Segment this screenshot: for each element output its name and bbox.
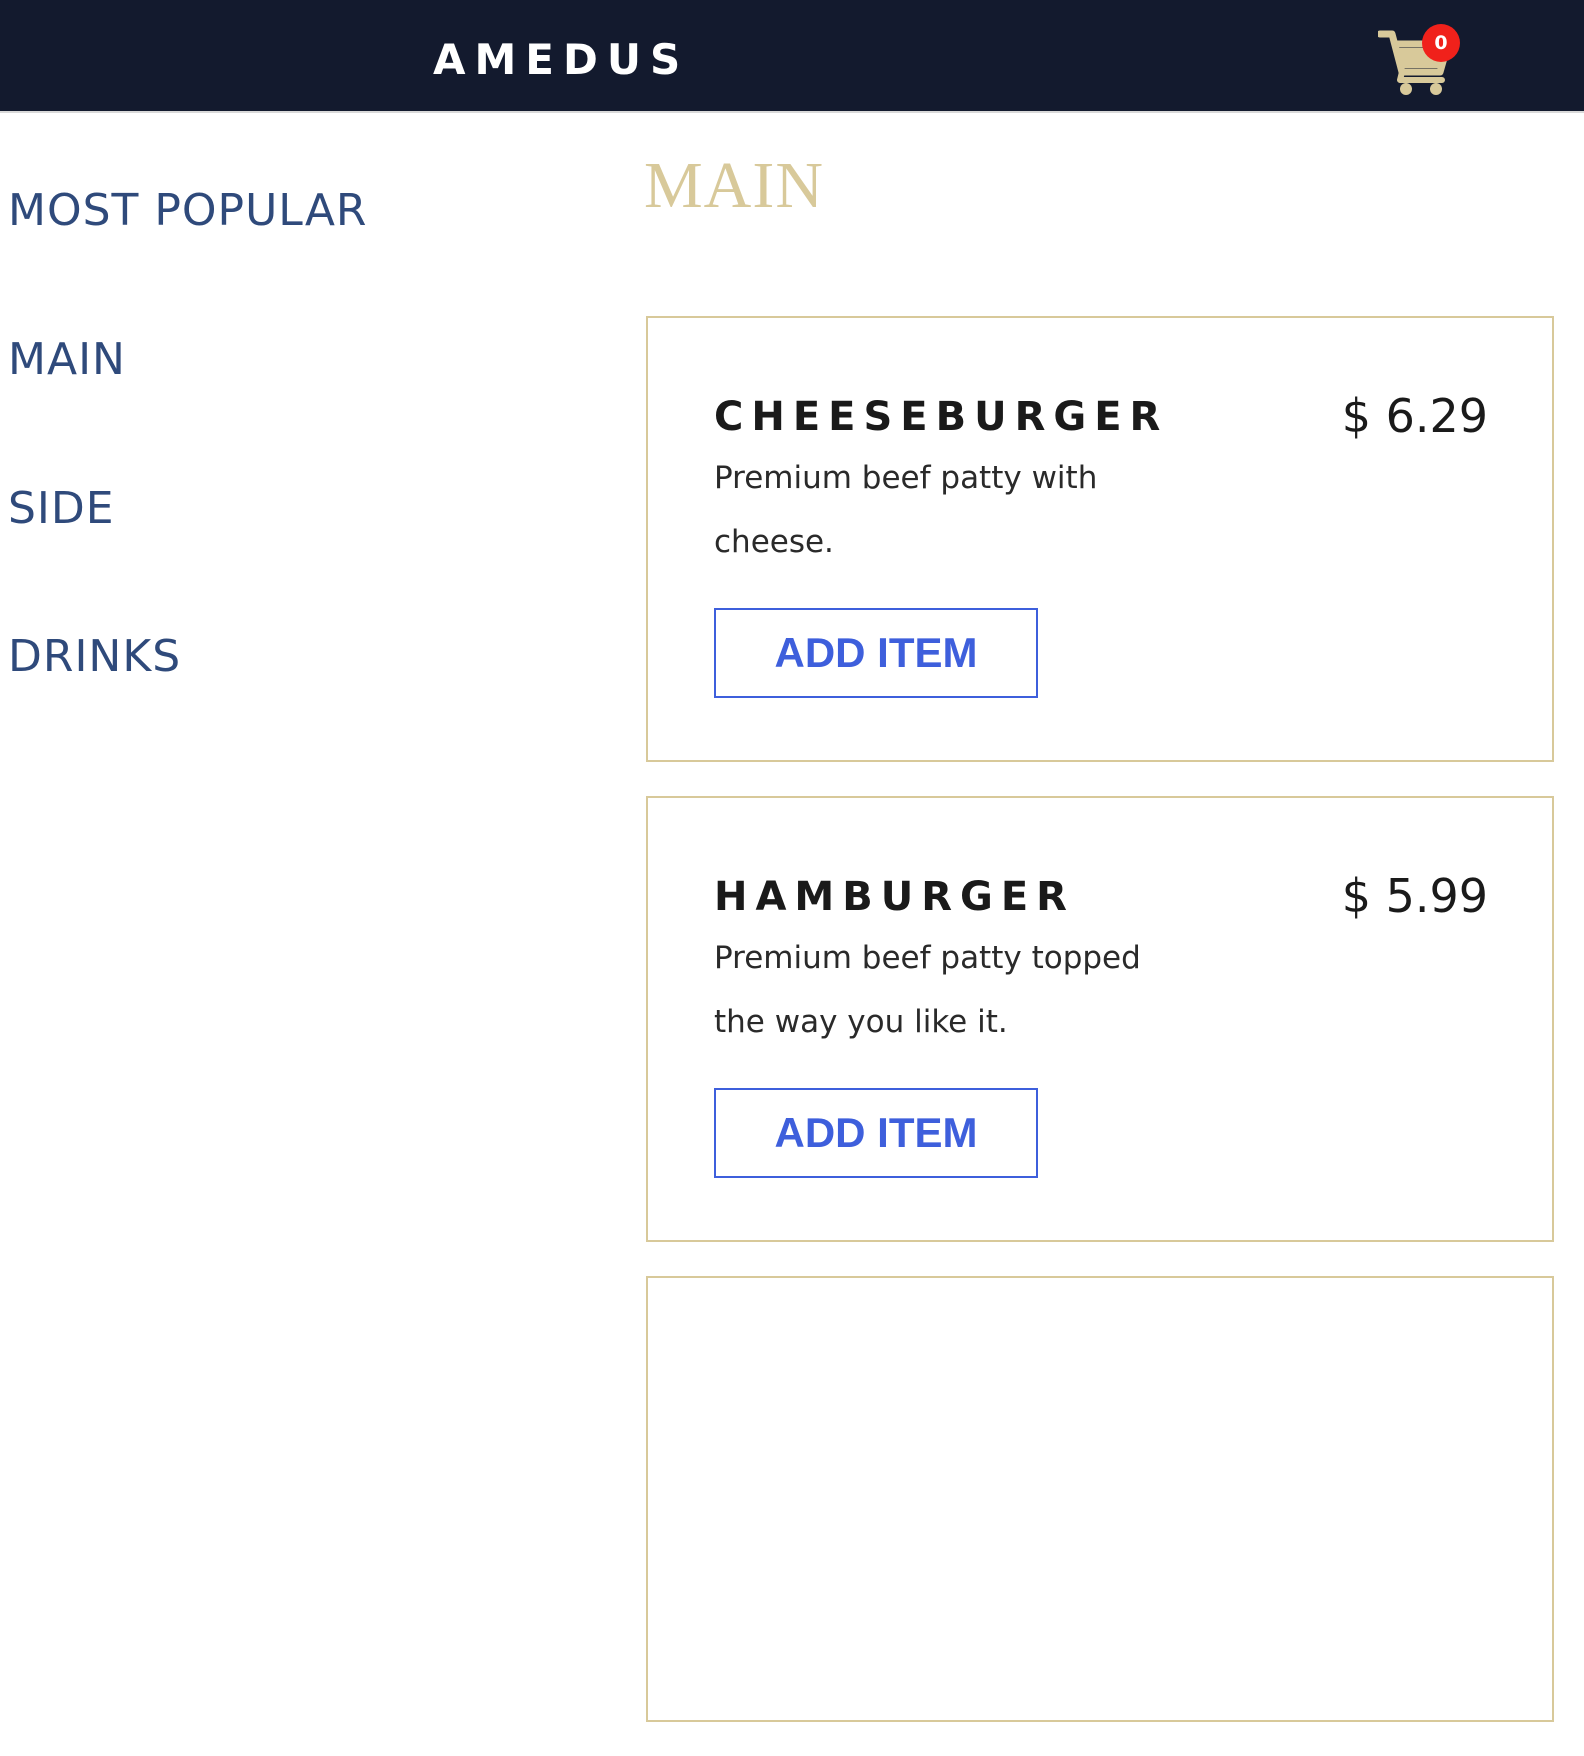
sidebar-item-side[interactable]: SIDE <box>8 483 115 535</box>
item-name: CHEESEBURGER <box>714 394 1169 440</box>
item-description: Premium beef patty topped the way you li… <box>714 940 1141 1040</box>
item-price: $ 6.29 <box>1341 389 1488 443</box>
cart-count-badge: 0 <box>1422 24 1460 62</box>
item-price: $ 5.99 <box>1341 869 1488 923</box>
brand-logo[interactable]: AMEDUS <box>433 34 689 86</box>
top-header: AMEDUS 0 <box>0 0 1584 113</box>
add-item-button[interactable]: ADD ITEM <box>714 1088 1038 1178</box>
menu-item-list: CHEESEBURGER $ 6.29 Premium beef patty w… <box>646 316 1554 1756</box>
section-title: MAIN <box>644 149 824 222</box>
item-description: Premium beef patty with cheese. <box>714 460 1098 560</box>
sidebar-item-drinks[interactable]: DRINKS <box>8 631 181 683</box>
menu-item-card-partial <box>646 1276 1554 1722</box>
add-item-button[interactable]: ADD ITEM <box>714 608 1038 698</box>
item-name: HAMBURGER <box>714 874 1075 920</box>
sidebar-item-main[interactable]: MAIN <box>8 334 126 386</box>
sidebar-item-most-popular[interactable]: MOST POPULAR <box>8 185 368 237</box>
menu-item-card: CHEESEBURGER $ 6.29 Premium beef patty w… <box>646 316 1554 762</box>
cart-button[interactable]: 0 <box>1378 24 1468 98</box>
menu-item-card: HAMBURGER $ 5.99 Premium beef patty topp… <box>646 796 1554 1242</box>
category-sidebar: MOST POPULAR MAIN SIDE DRINKS <box>0 113 600 1358</box>
